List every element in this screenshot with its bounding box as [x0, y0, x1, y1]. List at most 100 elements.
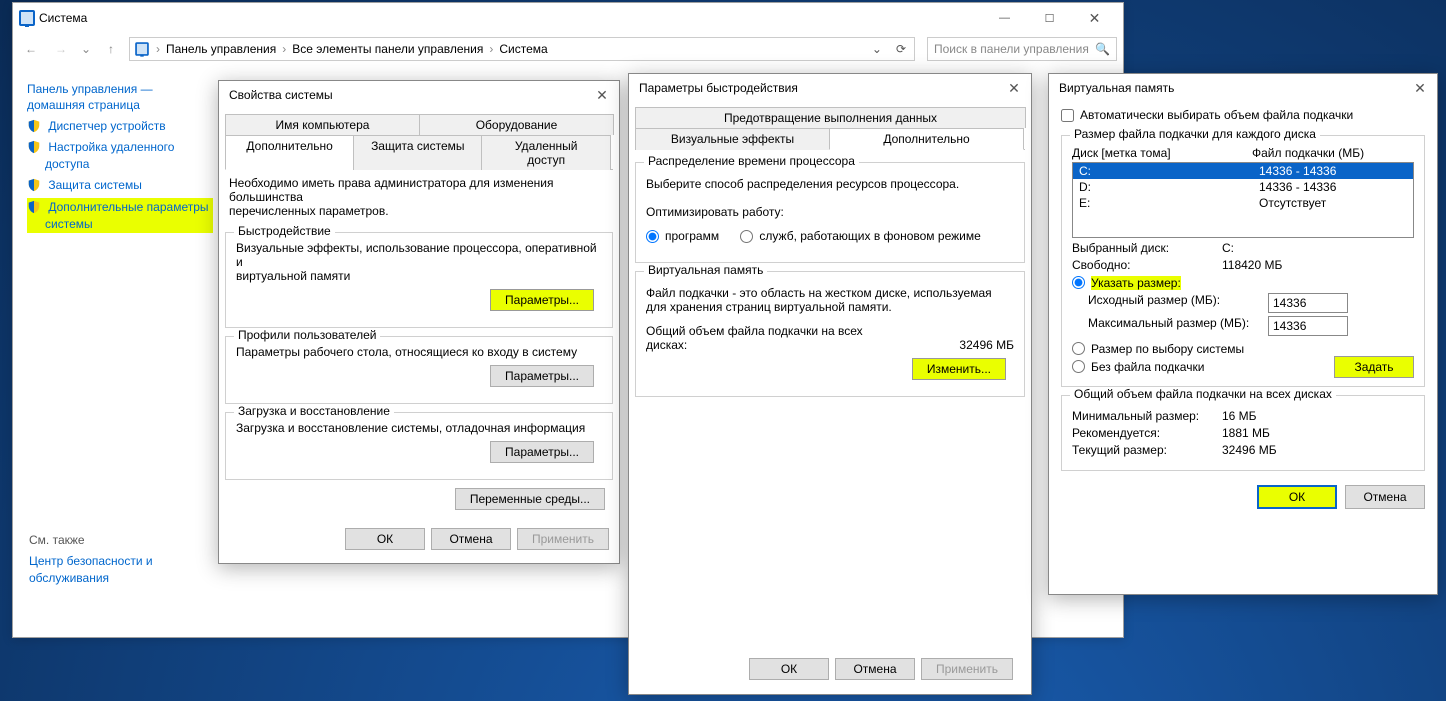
performance-settings-button[interactable]: Параметры...: [490, 289, 594, 311]
boot-group: Загрузка и восстановление Загрузка и вос…: [225, 412, 613, 480]
env-vars-button[interactable]: Переменные среды...: [455, 488, 605, 510]
group-legend: Распределение времени процессора: [644, 154, 859, 168]
maximize-button[interactable]: ☐: [1027, 3, 1072, 33]
close-icon[interactable]: ✕: [1003, 77, 1025, 99]
drive-row[interactable]: E:Отсутствует: [1073, 195, 1413, 211]
radio-programs[interactable]: программ: [646, 229, 719, 243]
profiles-desc: Параметры рабочего стола, относящиеся ко…: [236, 345, 602, 359]
tab-visual[interactable]: Визуальные эффекты: [635, 128, 830, 150]
selected-drive-label: Выбранный диск:: [1072, 241, 1222, 255]
cp-home-link[interactable]: Панель управления — домашняя страница: [27, 81, 213, 113]
boot-settings-button[interactable]: Параметры...: [490, 441, 594, 463]
breadcrumb-1[interactable]: Панель управления: [166, 42, 276, 56]
tabs: Предотвращение выполнения данных Визуаль…: [635, 106, 1025, 150]
tab-dep[interactable]: Предотвращение выполнения данных: [635, 107, 1026, 128]
performance-options-dialog: Параметры быстродействия ✕ Предотвращени…: [628, 73, 1032, 695]
vm-total-label: Общий объем файла подкачки на всех диска…: [646, 324, 959, 352]
breadcrumb-2[interactable]: Все элементы панели управления: [292, 42, 483, 56]
col-pagefile: Файл подкачки (МБ): [1252, 146, 1364, 160]
tabs: Имя компьютера Оборудование Дополнительн…: [225, 113, 613, 170]
search-icon[interactable]: 🔍: [1095, 42, 1110, 56]
cancel-button[interactable]: Отмена: [835, 658, 915, 680]
cancel-button[interactable]: Отмена: [1345, 485, 1425, 509]
group-legend: Загрузка и восстановление: [234, 404, 394, 418]
rec-value: 1881 МБ: [1222, 426, 1270, 440]
vm-desc: Файл подкачки - это область на жестком д…: [646, 286, 1014, 314]
scheduling-group: Распределение времени процессора Выберит…: [635, 162, 1025, 263]
perf-desc: Визуальные эффекты, использование процес…: [236, 241, 602, 283]
free-space-value: 118420 МБ: [1222, 258, 1282, 272]
close-icon[interactable]: ✕: [1409, 77, 1431, 99]
profiles-settings-button[interactable]: Параметры...: [490, 365, 594, 387]
apply-button[interactable]: Применить: [921, 658, 1013, 680]
vm-change-button[interactable]: Изменить...: [912, 358, 1006, 380]
titlebar: Свойства системы ✕: [219, 81, 619, 109]
radio-custom-size[interactable]: Указать размер:: [1072, 276, 1414, 290]
tab-protection[interactable]: Защита системы: [353, 135, 482, 170]
apply-button[interactable]: Применить: [517, 528, 609, 550]
drive-list[interactable]: C:14336 - 14336 D:14336 - 14336 E:Отсутс…: [1072, 162, 1414, 238]
cur-value: 32496 МБ: [1222, 443, 1277, 457]
dropdown-history-icon[interactable]: ⌄: [79, 37, 93, 61]
shield-icon: [27, 140, 41, 154]
system-protection-link[interactable]: Защита системы: [27, 178, 213, 192]
group-legend: Размер файла подкачки для каждого диска: [1070, 127, 1320, 141]
refresh-icon[interactable]: ⟳: [892, 42, 910, 56]
close-icon[interactable]: ✕: [591, 84, 613, 106]
selected-drive-value: C:: [1222, 241, 1234, 255]
advanced-system-link[interactable]: Дополнительные параметры системы: [27, 198, 213, 234]
address-bar[interactable]: › Панель управления › Все элементы панел…: [129, 37, 915, 61]
device-manager-link[interactable]: Диспетчер устройств: [27, 119, 213, 133]
initial-size-input[interactable]: [1268, 293, 1348, 313]
sched-desc: Выберите способ распределения ресурсов п…: [646, 177, 1014, 191]
tab-advanced[interactable]: Дополнительно: [829, 128, 1024, 150]
ok-button[interactable]: ОК: [1257, 485, 1337, 509]
breadcrumb-3[interactable]: Система: [499, 42, 547, 56]
max-size-input[interactable]: [1268, 316, 1348, 336]
titlebar: Виртуальная память ✕: [1049, 74, 1437, 102]
total-group: Общий объем файла подкачки на всех диска…: [1061, 395, 1425, 471]
tab-advanced[interactable]: Дополнительно: [225, 135, 354, 170]
radio-services[interactable]: служб, работающих в фоновом режиме: [740, 229, 980, 243]
radio-system-managed[interactable]: Размер по выбору системы: [1072, 342, 1396, 356]
optimize-label: Оптимизировать работу:: [646, 205, 1014, 219]
tab-remote[interactable]: Удаленный доступ: [481, 135, 611, 170]
tab-hardware[interactable]: Оборудование: [419, 114, 614, 135]
dialog-title: Свойства системы: [225, 88, 591, 102]
ok-button[interactable]: ОК: [345, 528, 425, 550]
forward-arrow-icon[interactable]: →: [49, 37, 73, 61]
group-legend: Виртуальная память: [644, 263, 767, 277]
cancel-button[interactable]: Отмена: [431, 528, 511, 550]
minimize-button[interactable]: —: [982, 3, 1027, 33]
addr-monitor-icon: [135, 42, 149, 56]
rec-label: Рекомендуется:: [1072, 426, 1222, 440]
up-arrow-icon[interactable]: ↑: [99, 37, 123, 61]
tab-computer-name[interactable]: Имя компьютера: [225, 114, 420, 135]
virtual-memory-dialog: Виртуальная память ✕ Автоматически выбир…: [1048, 73, 1438, 595]
titlebar: Параметры быстродействия ✕: [629, 74, 1031, 102]
monitor-icon: [19, 10, 35, 26]
group-legend: Профили пользователей: [234, 328, 380, 342]
drive-row[interactable]: C:14336 - 14336: [1073, 163, 1413, 179]
titlebar: Система — ☐ ✕: [13, 3, 1123, 33]
radio-no-pagefile[interactable]: Без файла подкачки: [1072, 360, 1316, 374]
back-arrow-icon[interactable]: ←: [19, 37, 43, 61]
group-legend: Общий объем файла подкачки на всех диска…: [1070, 387, 1336, 401]
performance-group: Быстродействие Визуальные эффекты, испол…: [225, 232, 613, 328]
security-center-link[interactable]: Центр безопасности и обслуживания: [29, 553, 213, 585]
addr-dropdown-icon[interactable]: ⌄: [868, 42, 886, 56]
set-button[interactable]: Задать: [1334, 356, 1414, 378]
system-properties-dialog: Свойства системы ✕ Имя компьютера Оборуд…: [218, 80, 620, 564]
remote-settings-link[interactable]: Настройка удаленного доступа: [27, 139, 213, 171]
auto-manage-checkbox[interactable]: Автоматически выбирать объем файла подка…: [1061, 108, 1353, 122]
initial-size-label: Исходный размер (МБ):: [1088, 293, 1268, 313]
min-value: 16 МБ: [1222, 409, 1257, 423]
search-box[interactable]: Поиск в панели управления 🔍: [927, 37, 1117, 61]
see-also-heading: См. также: [29, 533, 213, 547]
close-button[interactable]: ✕: [1072, 3, 1117, 33]
group-legend: Быстродействие: [234, 224, 335, 238]
ok-button[interactable]: ОК: [749, 658, 829, 680]
admin-note: Необходимо иметь права администратора дл…: [219, 170, 619, 224]
drive-row[interactable]: D:14336 - 14336: [1073, 179, 1413, 195]
shield-icon: [27, 178, 41, 192]
